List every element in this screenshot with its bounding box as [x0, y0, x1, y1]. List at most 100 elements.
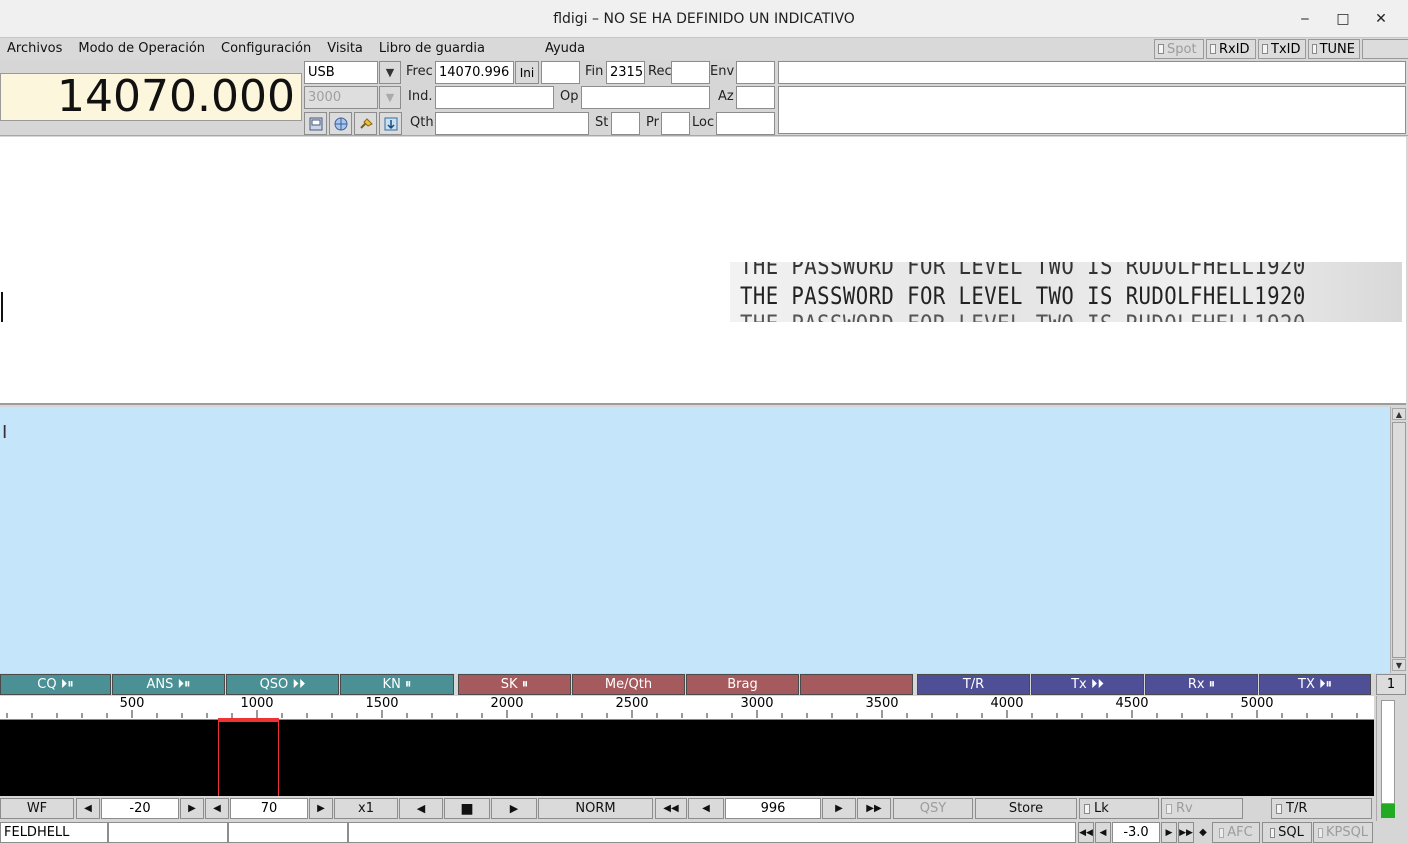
- macro-sk-button[interactable]: SK ⏸: [458, 674, 571, 695]
- env-field[interactable]: [736, 61, 775, 84]
- wf-right-icon[interactable]: ▶: [491, 798, 537, 819]
- notes-field-1[interactable]: [778, 61, 1406, 84]
- tr-checkbox[interactable]: [1276, 803, 1282, 814]
- signal-level-meter[interactable]: [1376, 696, 1406, 822]
- op-field[interactable]: [581, 86, 710, 109]
- offset-fast-left-icon[interactable]: ◀◀: [1078, 822, 1094, 843]
- az-field[interactable]: [736, 86, 775, 109]
- kpsql-checkbox[interactable]: [1317, 827, 1323, 838]
- rig-control-icon[interactable]: [304, 112, 327, 135]
- macro-bank-button[interactable]: 1: [1376, 674, 1406, 695]
- reverse-checkbox[interactable]: [1166, 803, 1172, 814]
- frequency-display[interactable]: 14070.000: [0, 73, 302, 121]
- squelch-slider[interactable]: [1381, 700, 1395, 804]
- tune-toggle[interactable]: TUNE: [1308, 39, 1360, 59]
- offset-input[interactable]: -3.0: [1112, 822, 1160, 843]
- lock-checkbox[interactable]: [1084, 803, 1090, 814]
- carrier-fast-left-icon[interactable]: ◀◀: [655, 798, 687, 819]
- sql-toggle[interactable]: SQL: [1262, 822, 1312, 843]
- tr-toggle[interactable]: T/R: [1271, 798, 1372, 819]
- globe-icon[interactable]: [329, 112, 352, 135]
- transmit-scrollbar[interactable]: ▲ ▼: [1390, 407, 1406, 673]
- reflevel-input[interactable]: -20: [101, 798, 179, 819]
- scroll-up-icon[interactable]: ▲: [1392, 408, 1406, 420]
- spot-toggle[interactable]: Spot: [1154, 39, 1204, 59]
- ini-field[interactable]: [541, 61, 580, 84]
- carrier-frequency-input[interactable]: 996: [725, 798, 821, 819]
- rxid-checkbox[interactable]: [1210, 44, 1216, 54]
- qsy-button[interactable]: QSY: [893, 798, 973, 819]
- ampspan-right-icon[interactable]: ▶: [309, 798, 333, 819]
- menu-configuracion[interactable]: Configuración: [213, 38, 319, 60]
- maximize-button[interactable]: □: [1324, 4, 1362, 34]
- tune-checkbox[interactable]: [1312, 44, 1317, 54]
- txid-toggle[interactable]: TxID: [1258, 39, 1306, 59]
- ind-field[interactable]: [435, 86, 554, 109]
- macro-cq-button[interactable]: CQ ⏵⏸: [0, 674, 111, 695]
- waterfall-display[interactable]: [0, 718, 1374, 796]
- minimize-button[interactable]: ‒: [1286, 4, 1324, 34]
- macro-tx-button[interactable]: Tx ⏵⏵: [1031, 674, 1144, 695]
- empty-toggle[interactable]: [1362, 39, 1408, 59]
- store-button[interactable]: Store: [975, 798, 1077, 819]
- offset-right-icon[interactable]: ▶: [1161, 822, 1177, 843]
- reflevel-right-icon[interactable]: ▶: [180, 798, 204, 819]
- mode-status[interactable]: FELDHELL: [0, 822, 108, 843]
- macro-qso-button[interactable]: QSO ⏵⏵: [226, 674, 339, 695]
- frequency-scale[interactable]: 500 1000 1500 2000 2500 3000 3500 4000 4…: [0, 696, 1374, 720]
- macro-kn-button[interactable]: KN ⏸: [340, 674, 454, 695]
- wf-speed-button[interactable]: NORM: [538, 798, 653, 819]
- rec-field[interactable]: [671, 61, 710, 84]
- reflevel-left-icon[interactable]: ◀: [76, 798, 100, 819]
- loc-field[interactable]: [716, 112, 775, 135]
- carrier-left-icon[interactable]: ◀: [688, 798, 724, 819]
- txid-checkbox[interactable]: [1262, 44, 1268, 54]
- ampspan-left-icon[interactable]: ◀: [205, 798, 229, 819]
- lock-toggle[interactable]: Lk: [1079, 798, 1159, 819]
- carrier-right-icon[interactable]: ▶: [822, 798, 856, 819]
- menu-libro-de-guardia[interactable]: Libro de guardia: [371, 38, 493, 60]
- kpsql-toggle[interactable]: KPSQL: [1313, 822, 1373, 843]
- qth-field[interactable]: [435, 112, 589, 135]
- macro-brag-button[interactable]: Brag: [686, 674, 799, 695]
- macro-tx-stop-button[interactable]: TX ⏵⏸: [1259, 674, 1371, 695]
- macro-tr-button[interactable]: T/R: [917, 674, 1030, 695]
- close-button[interactable]: ✕: [1362, 4, 1400, 34]
- st-field[interactable]: [611, 112, 640, 135]
- transmit-text-area[interactable]: I: [0, 407, 1390, 673]
- menu-archivos[interactable]: Archivos: [0, 38, 70, 60]
- macro-rx-button[interactable]: Rx ⏸: [1145, 674, 1258, 695]
- mode-select[interactable]: USB: [304, 61, 378, 84]
- fin-field[interactable]: 2315: [606, 61, 645, 84]
- menu-modo-de-operacion[interactable]: Modo de Operación: [70, 38, 213, 60]
- notes-field-2[interactable]: [778, 86, 1406, 134]
- carrier-fast-right-icon[interactable]: ▶▶: [857, 798, 891, 819]
- wf-center-icon[interactable]: ■: [444, 798, 490, 819]
- sql-checkbox[interactable]: [1270, 827, 1276, 838]
- offset-fast-right-icon[interactable]: ▶▶: [1178, 822, 1194, 843]
- save-log-icon[interactable]: [379, 112, 402, 135]
- frec-field[interactable]: 14070.996: [435, 61, 514, 84]
- receive-text-area[interactable]: THE PASSWORD FOR LEVEL TWO IS RUDOLFHELL…: [0, 137, 1406, 405]
- spot-checkbox[interactable]: [1158, 44, 1164, 54]
- scroll-down-icon[interactable]: ▼: [1392, 659, 1406, 671]
- offset-left-icon[interactable]: ◀: [1095, 822, 1111, 843]
- reverse-toggle[interactable]: Rv: [1161, 798, 1243, 819]
- wf-left-icon[interactable]: ◀: [399, 798, 443, 819]
- afc-checkbox[interactable]: [1219, 827, 1225, 838]
- macro-meqth-button[interactable]: Me/Qth: [572, 674, 685, 695]
- menu-visita[interactable]: Visita: [319, 38, 371, 60]
- ampspan-input[interactable]: 70: [230, 798, 308, 819]
- afc-toggle[interactable]: AFC: [1212, 822, 1260, 843]
- macro-ans-button[interactable]: ANS ⏵⏸: [112, 674, 225, 695]
- macro-empty-button[interactable]: [800, 674, 913, 695]
- mode-dropdown-icon[interactable]: ▼: [379, 61, 401, 84]
- offset-spinner-icon[interactable]: ◆: [1195, 822, 1211, 843]
- wf-mode-button[interactable]: WF: [0, 798, 74, 819]
- menu-ayuda[interactable]: Ayuda: [537, 38, 593, 60]
- clear-broom-icon[interactable]: [354, 112, 377, 135]
- ini-button[interactable]: Ini: [515, 61, 539, 84]
- pr-field[interactable]: [661, 112, 690, 135]
- rxid-toggle[interactable]: RxID: [1206, 39, 1256, 59]
- zoom-button[interactable]: x1: [334, 798, 398, 819]
